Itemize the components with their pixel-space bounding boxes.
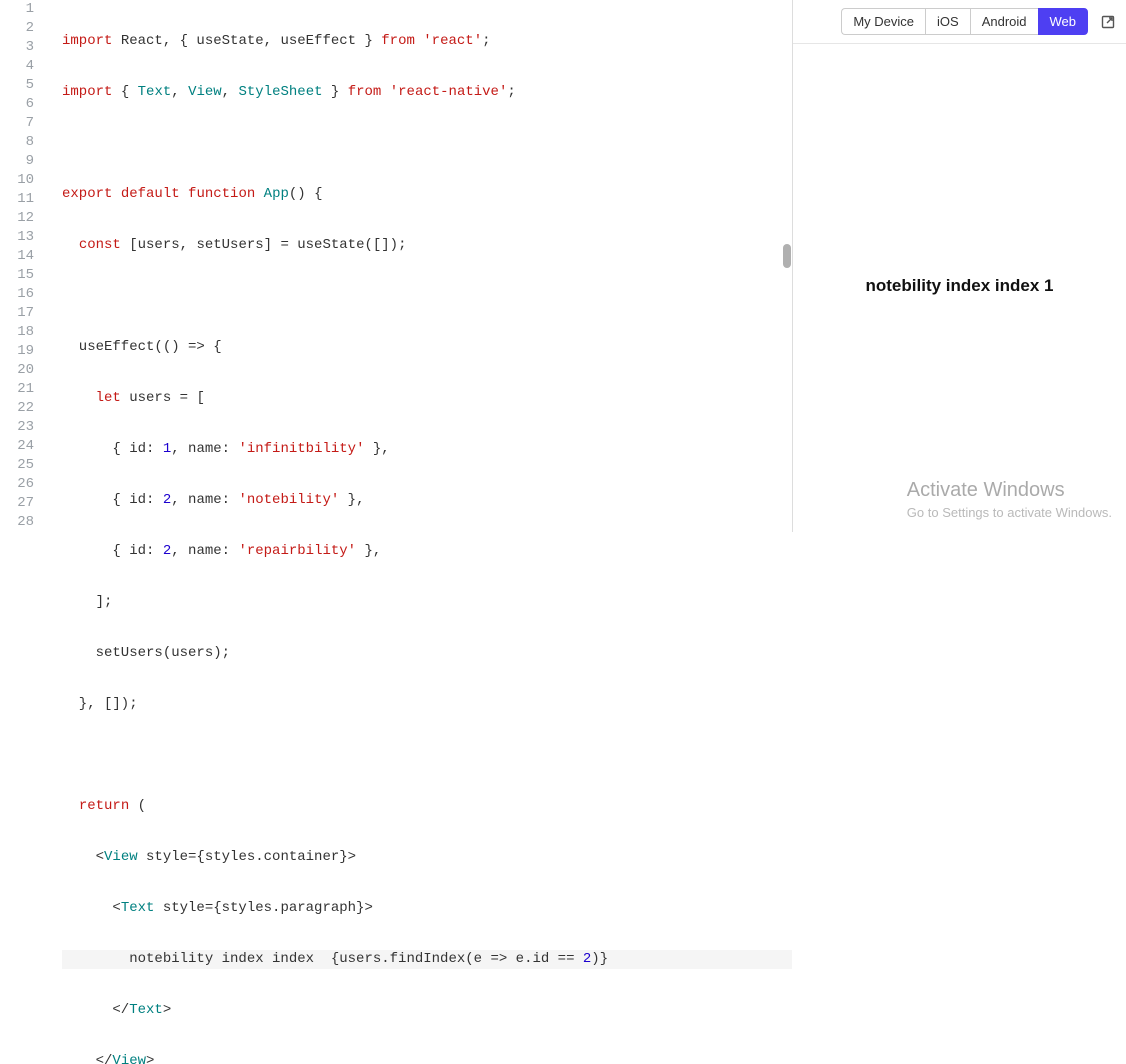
- code-line: [62, 287, 792, 306]
- line-number: 19: [0, 342, 34, 361]
- device-tab-bar: My Device iOS Android Web: [793, 0, 1126, 44]
- preview-body: notebility index index 1: [793, 44, 1126, 528]
- code-line: <Text style={styles.paragraph}>: [62, 899, 792, 918]
- line-number: 7: [0, 114, 34, 133]
- code-line: const [users, setUsers] = useState([]);: [62, 236, 792, 255]
- line-number: 20: [0, 361, 34, 380]
- code-line: </View>: [62, 1052, 792, 1064]
- line-number: 8: [0, 133, 34, 152]
- popout-icon[interactable]: [1100, 14, 1116, 30]
- line-number: 13: [0, 228, 34, 247]
- tab-web[interactable]: Web: [1038, 8, 1089, 35]
- line-number: 22: [0, 399, 34, 418]
- watermark-title: Activate Windows: [907, 477, 1112, 504]
- code-line: export default function App() {: [62, 185, 792, 204]
- line-number-gutter: 1 2 3 4 5 6 7 8 9 10 11 12 13 14 15 16 1…: [0, 0, 48, 532]
- line-number: 15: [0, 266, 34, 285]
- code-content[interactable]: import React, { useState, useEffect } fr…: [48, 0, 792, 532]
- code-line: }, []);: [62, 695, 792, 714]
- line-number: 6: [0, 95, 34, 114]
- code-line: useEffect(() => {: [62, 338, 792, 357]
- windows-activation-watermark: Activate Windows Go to Settings to activ…: [907, 477, 1112, 522]
- tab-android[interactable]: Android: [970, 8, 1038, 35]
- preview-pane: My Device iOS Android Web notebility ind…: [792, 0, 1126, 532]
- line-number: 25: [0, 456, 34, 475]
- line-number: 3: [0, 38, 34, 57]
- line-number: 18: [0, 323, 34, 342]
- line-number: 1: [0, 0, 34, 19]
- code-line: return (: [62, 797, 792, 816]
- line-number: 26: [0, 475, 34, 494]
- scrollbar-thumb[interactable]: [783, 244, 791, 268]
- line-number: 9: [0, 152, 34, 171]
- line-number: 2: [0, 19, 34, 38]
- code-line: { id: 2, name: 'notebility' },: [62, 491, 792, 510]
- watermark-subtitle: Go to Settings to activate Windows.: [907, 504, 1112, 522]
- code-line: { id: 2, name: 'repairbility' },: [62, 542, 792, 561]
- code-line-active: notebility index index {users.findIndex(…: [62, 950, 792, 969]
- code-line: <View style={styles.container}>: [62, 848, 792, 867]
- line-number: 23: [0, 418, 34, 437]
- line-number: 27: [0, 494, 34, 513]
- code-line: [62, 746, 792, 765]
- code-editor-pane: 1 2 3 4 5 6 7 8 9 10 11 12 13 14 15 16 1…: [0, 0, 792, 532]
- line-number: 4: [0, 57, 34, 76]
- line-number: 5: [0, 76, 34, 95]
- line-number: 14: [0, 247, 34, 266]
- code-line: setUsers(users);: [62, 644, 792, 663]
- line-number: 16: [0, 285, 34, 304]
- tab-ios[interactable]: iOS: [925, 8, 970, 35]
- code-line: ];: [62, 593, 792, 612]
- code-line: import React, { useState, useEffect } fr…: [62, 32, 792, 51]
- tab-my-device[interactable]: My Device: [841, 8, 925, 35]
- code-line: { id: 1, name: 'infinitbility' },: [62, 440, 792, 459]
- line-number: 12: [0, 209, 34, 228]
- code-line: import { Text, View, StyleSheet } from '…: [62, 83, 792, 102]
- preview-output-text: notebility index index 1: [866, 276, 1054, 296]
- line-number: 17: [0, 304, 34, 323]
- code-line: [62, 134, 792, 153]
- code-line: </Text>: [62, 1001, 792, 1020]
- line-number: 28: [0, 513, 34, 532]
- line-number: 10: [0, 171, 34, 190]
- line-number: 21: [0, 380, 34, 399]
- line-number: 11: [0, 190, 34, 209]
- line-number: 24: [0, 437, 34, 456]
- code-line: let users = [: [62, 389, 792, 408]
